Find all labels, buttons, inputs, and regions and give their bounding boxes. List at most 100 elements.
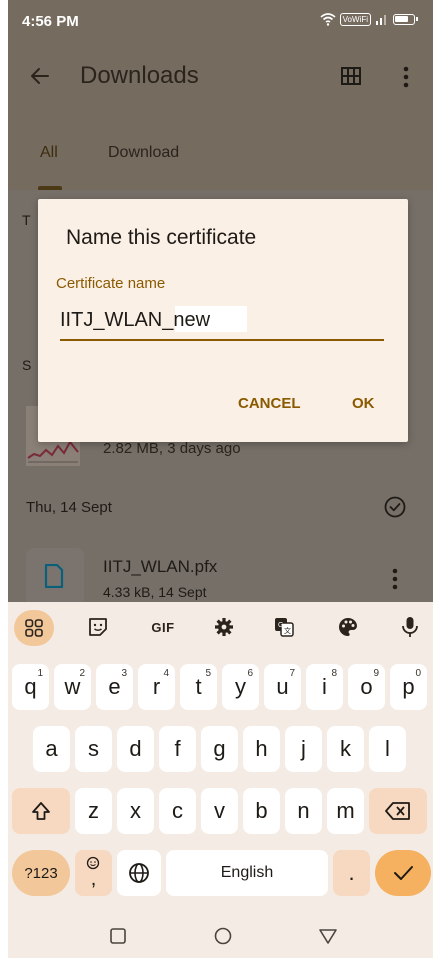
key-label: , [90, 868, 97, 890]
key-hint: 1 [37, 668, 43, 679]
key-label: a [45, 736, 58, 761]
gear-icon [215, 618, 233, 636]
key-z[interactable]: z [75, 788, 112, 834]
tab-download[interactable]: Download [108, 144, 179, 162]
key-j[interactable]: j [285, 726, 322, 772]
gif-button[interactable]: GIF [146, 613, 180, 641]
back-arrow-icon[interactable] [28, 64, 52, 88]
keyboard: GIF G 文 q 1 w 2 e 3 r 4 t 5 y 6 u 7 i 8 … [8, 602, 433, 914]
keyboard-toolbar: GIF G 文 [8, 602, 433, 650]
key-label: k [340, 736, 351, 761]
key-label: y [235, 674, 246, 699]
file-icon-container[interactable] [26, 548, 84, 606]
certificate-name-label: Certificate name [56, 275, 166, 292]
status-time: 4:56 PM [22, 13, 79, 30]
symbols-key[interactable]: ?123 [12, 850, 70, 896]
key-i[interactable]: i8 [306, 664, 343, 710]
key-a[interactable]: a [33, 726, 70, 772]
key-label: h [255, 736, 268, 761]
page-title: Downloads [80, 62, 199, 89]
key-w[interactable]: w2 [54, 664, 91, 710]
battery-icon [393, 13, 418, 25]
more-options-icon[interactable] [392, 568, 398, 590]
key-label: n [297, 798, 310, 823]
file-icon [44, 564, 64, 588]
navigation-bar [8, 914, 433, 958]
key-hint: 5 [205, 668, 211, 679]
key-r[interactable]: r4 [138, 664, 175, 710]
key-q[interactable]: q1 [12, 664, 49, 710]
key-g[interactable]: g [201, 726, 238, 772]
key-v[interactable]: v [201, 788, 238, 834]
key-y[interactable]: y6 [222, 664, 259, 710]
palette-icon [339, 618, 357, 636]
key-o[interactable]: o9 [348, 664, 385, 710]
key-m[interactable]: m [327, 788, 364, 834]
key-d[interactable]: d [117, 726, 154, 772]
vowifi-badge: VoWiFi [339, 12, 371, 26]
key-l[interactable]: l [369, 726, 406, 772]
voice-input-button[interactable] [396, 613, 424, 641]
theme-button[interactable] [334, 613, 362, 641]
space-key[interactable]: English [166, 850, 328, 896]
key-label: u [276, 674, 289, 699]
key-c[interactable]: c [159, 788, 196, 834]
key-t[interactable]: t5 [180, 664, 217, 710]
key-p[interactable]: p0 [390, 664, 427, 710]
key-label: r [152, 674, 161, 699]
key-b[interactable]: b [243, 788, 280, 834]
more-options-icon[interactable] [403, 66, 409, 88]
name-certificate-dialog: Name this certificate Certificate name C… [38, 199, 408, 442]
recents-icon[interactable] [108, 926, 128, 946]
screen: 4:56 PM VoWiFi Downloads All Download T … [8, 0, 433, 958]
key-hint: 4 [163, 668, 169, 679]
grid-view-icon[interactable] [341, 67, 361, 85]
shift-key[interactable] [12, 788, 70, 834]
key-k[interactable]: k [327, 726, 364, 772]
key-hint: 6 [247, 668, 253, 679]
translate-button[interactable]: G 文 [270, 613, 298, 641]
file-name: IITJ_WLAN.pfx [103, 557, 218, 576]
key-label: b [255, 798, 268, 823]
check-circle-icon[interactable] [384, 496, 406, 518]
ok-button[interactable]: OK [352, 395, 375, 412]
key-label: . [348, 860, 355, 885]
key-label: s [88, 736, 99, 761]
key-n[interactable]: n [285, 788, 322, 834]
section-header-partial: S [22, 357, 32, 373]
key-label: q [24, 674, 37, 699]
key-label: d [129, 736, 142, 761]
checkmark-icon [394, 866, 413, 880]
key-x[interactable]: x [117, 788, 154, 834]
key-e[interactable]: e3 [96, 664, 133, 710]
key-label: l [385, 736, 390, 761]
language-key[interactable] [117, 850, 161, 896]
key-label: e [108, 674, 121, 699]
backspace-key[interactable] [369, 788, 427, 834]
svg-text:文: 文 [284, 626, 291, 635]
emoji-comma-key[interactable]: , [75, 850, 112, 896]
settings-button[interactable] [210, 613, 238, 641]
dialog-title: Name this certificate [66, 226, 257, 249]
apps-grid-button[interactable] [14, 610, 54, 646]
period-key[interactable]: . [333, 850, 370, 896]
cancel-button[interactable]: CANCEL [238, 395, 301, 412]
key-label: ?123 [24, 864, 58, 882]
key-h[interactable]: h [243, 726, 280, 772]
key-label: x [130, 798, 141, 823]
wifi-icon [320, 13, 336, 26]
key-hint: 0 [415, 668, 421, 679]
file-meta: 4.33 kB, 14 Sept [103, 584, 207, 600]
shift-icon [32, 802, 50, 820]
tab-all[interactable]: All [40, 144, 58, 162]
back-icon[interactable] [318, 926, 338, 946]
apps-grid-icon [25, 619, 43, 637]
certificate-name-input[interactable] [60, 307, 306, 333]
status-bar: 4:56 PM VoWiFi [8, 0, 433, 40]
key-u[interactable]: u7 [264, 664, 301, 710]
home-icon[interactable] [213, 926, 233, 946]
enter-key[interactable] [375, 850, 431, 896]
key-f[interactable]: f [159, 726, 196, 772]
sticker-button[interactable] [84, 613, 112, 641]
key-s[interactable]: s [75, 726, 112, 772]
